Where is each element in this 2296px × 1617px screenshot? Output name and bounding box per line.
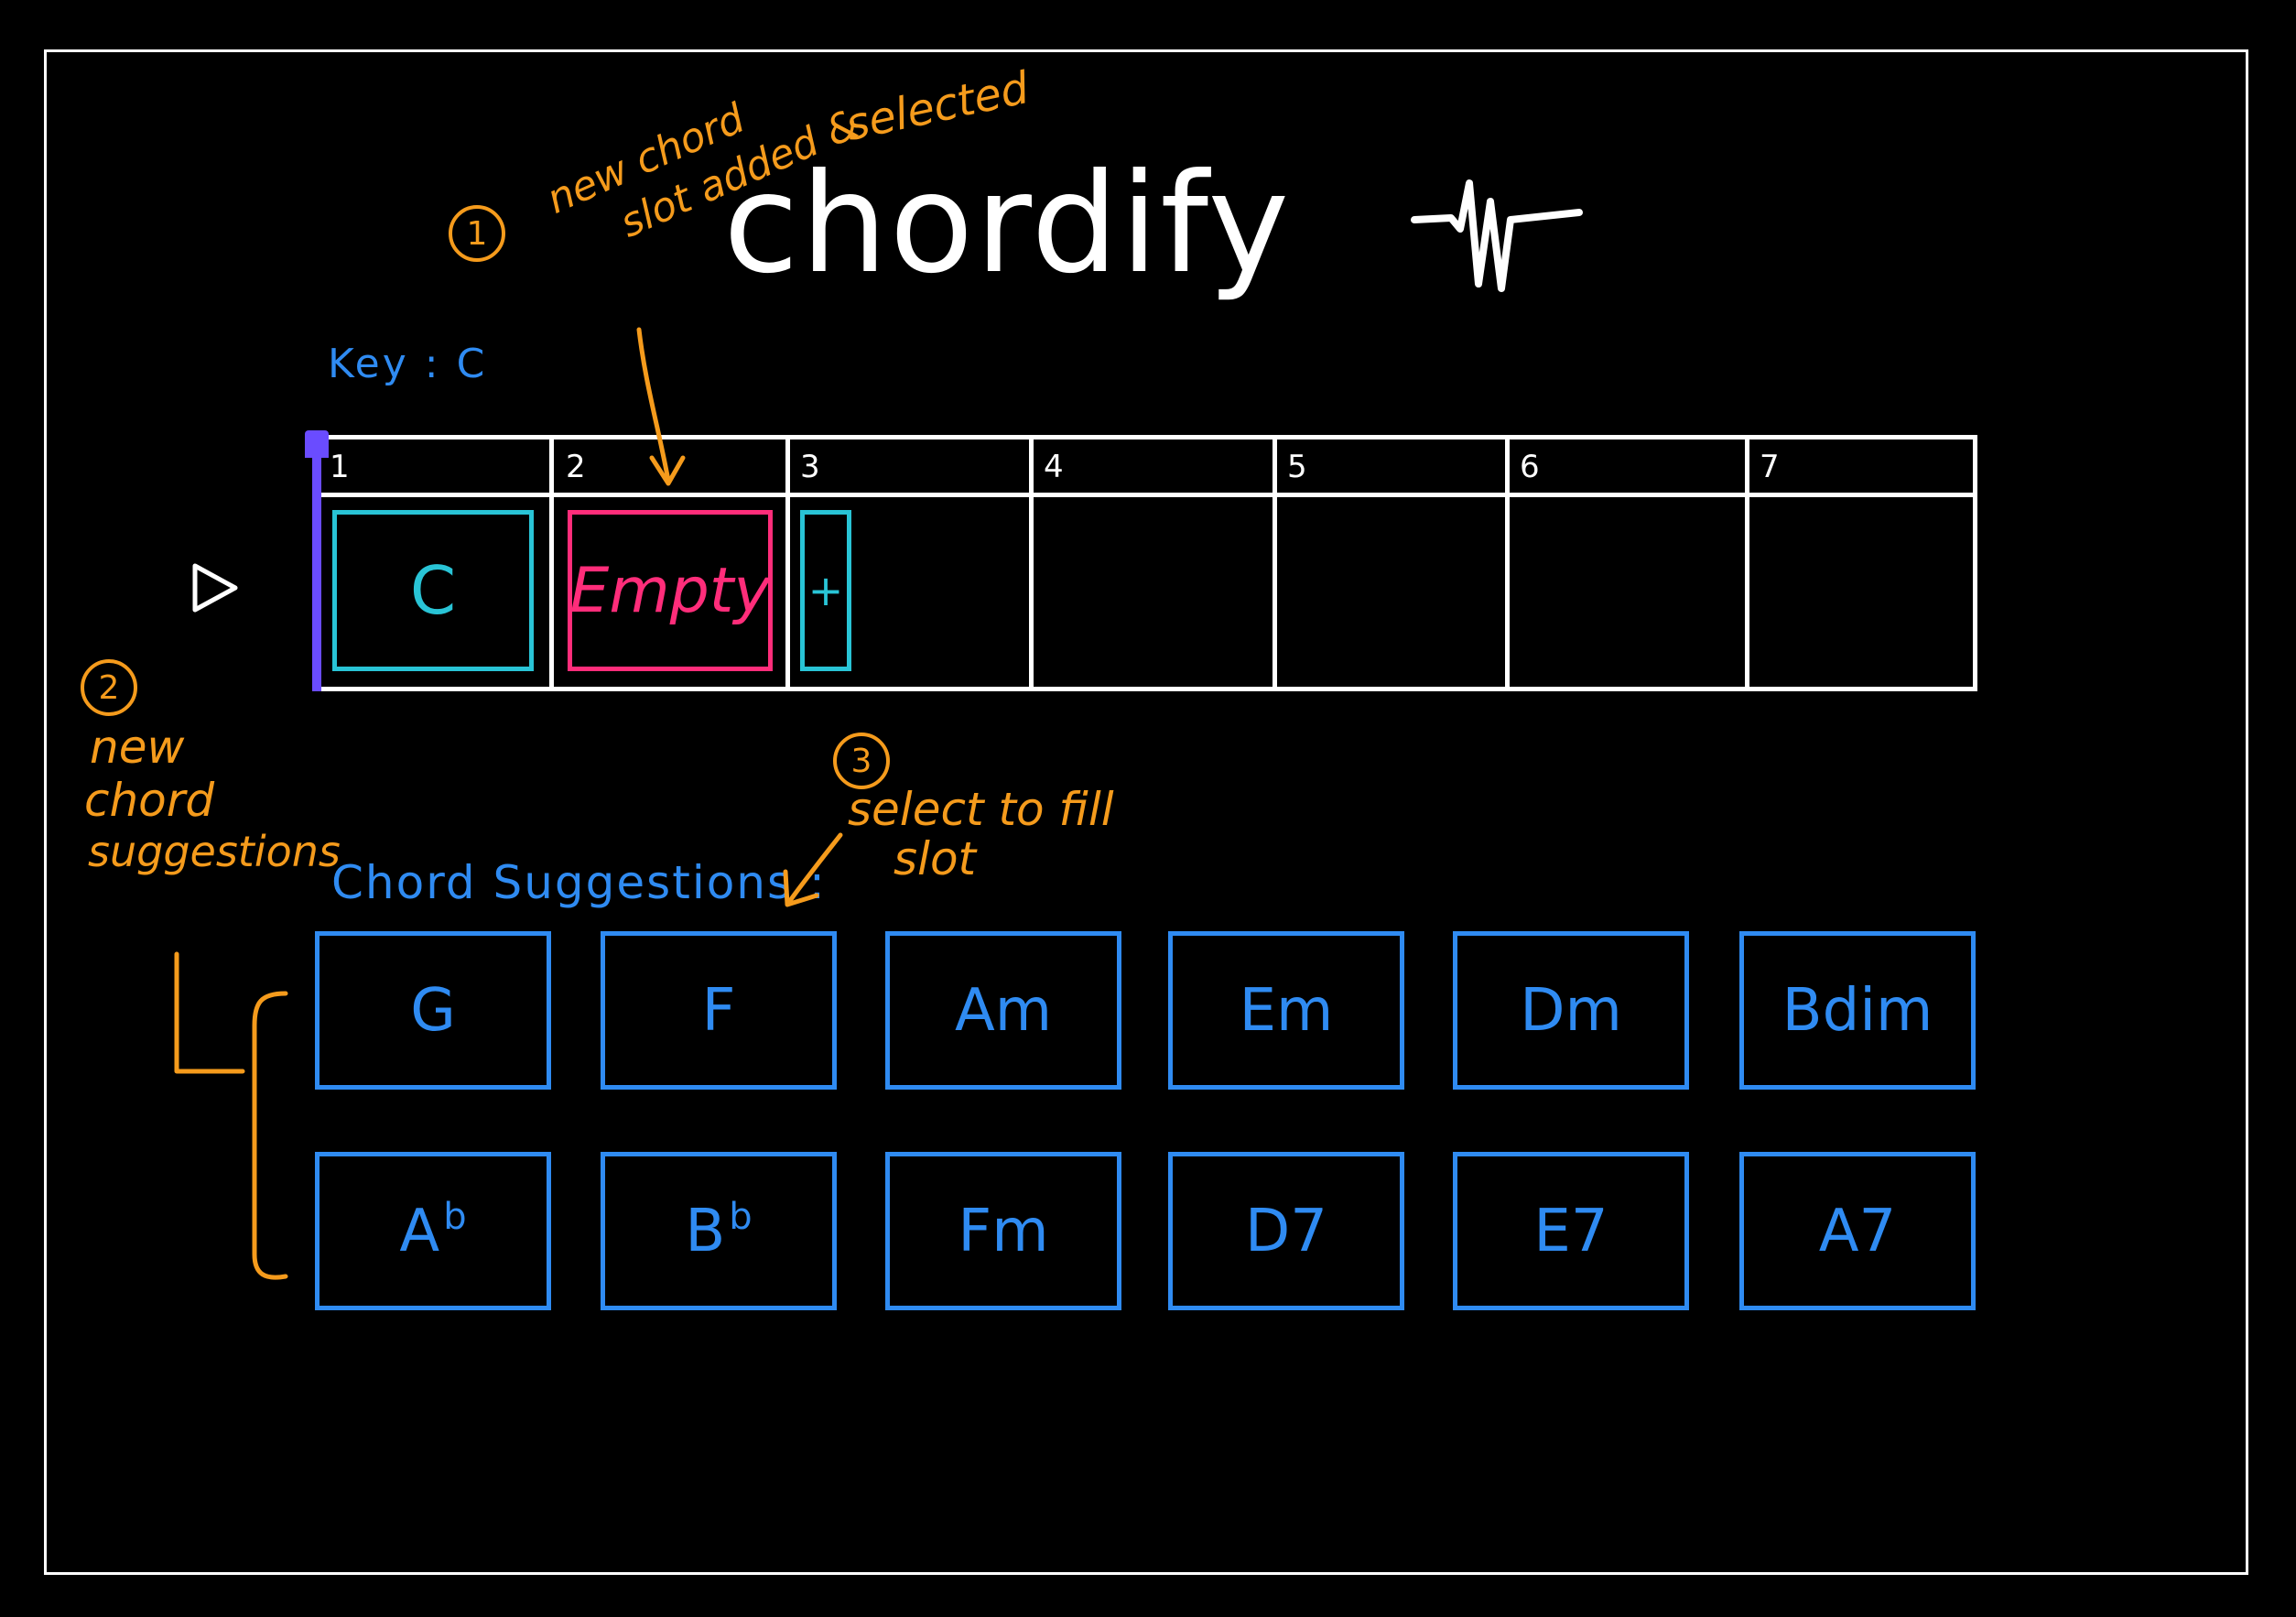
annotation-arrows bbox=[174, 327, 843, 1280]
